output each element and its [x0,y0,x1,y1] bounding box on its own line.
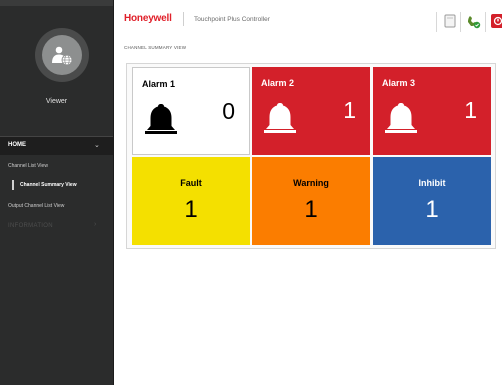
chevron-right-icon: › [94,221,97,228]
bell-icon [263,101,297,142]
tile-alarm-2[interactable]: Alarm 2 1 [252,67,370,155]
nav-item-label: Output Channel List View [8,203,65,209]
section-title: CHANNEL SUMMARY VIEW [124,45,187,50]
avatar[interactable] [35,28,89,82]
nav-item-channel-summary-view[interactable]: Channel Summary View [0,178,113,192]
nav-item-channel-list-view[interactable]: Channel List View [0,159,113,173]
sidebar: Viewer HOME ⌄ Channel List View Channel … [0,0,114,385]
user-role-label: Viewer [45,98,68,105]
bell-icon [144,102,178,143]
tile-name: Warning [293,178,329,188]
user-avatar-circle [42,35,82,75]
tile-value: 1 [343,97,356,123]
header: Honeywell Touchpoint Plus Controller [114,0,502,42]
brand-logo: Honeywell [124,13,172,24]
active-indicator [12,180,14,190]
nav-information-label: INFORMATION [8,223,53,229]
nav-home[interactable]: HOME ⌄ [0,137,113,155]
alarm-bell-icon[interactable] [491,12,502,35]
user-globe-icon [52,46,73,66]
tile-value: 1 [425,196,439,223]
tile-name: Alarm 3 [382,78,416,88]
nav-information[interactable]: INFORMATION › [0,219,113,233]
tile-name: Fault [180,178,202,188]
system-status-icon[interactable] [465,13,481,34]
tile-name: Inhibit [418,178,446,188]
tile-value: 1 [184,196,198,223]
nav-item-label: Channel Summary View [20,182,77,188]
channel-summary-grid: Alarm 1 0 Alarm 2 1 Alarm 3 1 Fault 1 Wa… [126,63,496,249]
chevron-down-icon: ⌄ [94,142,100,149]
tile-name: Alarm 1 [142,79,176,89]
tile-value: 1 [304,196,318,223]
sidebar-top-strip [0,0,113,6]
tile-name: Alarm 2 [261,78,295,88]
document-icon[interactable] [444,14,456,33]
tile-value: 0 [222,98,235,124]
tile-value: 1 [464,97,477,123]
nav-item-label: Channel List View [8,163,48,169]
app-title: Touchpoint Plus Controller [194,16,270,23]
tile-inhibit[interactable]: Inhibit 1 [373,157,491,245]
tile-warning[interactable]: Warning 1 [252,157,370,245]
bell-icon [384,101,418,142]
nav-item-output-channel-list-view[interactable]: Output Channel List View [0,199,113,213]
header-divider [485,12,486,32]
nav-home-label: HOME [8,142,26,148]
header-divider [183,12,184,26]
tile-alarm-1[interactable]: Alarm 1 0 [132,67,250,155]
header-divider [460,12,461,32]
header-divider [436,12,437,32]
tile-alarm-3[interactable]: Alarm 3 1 [373,67,491,155]
tile-fault[interactable]: Fault 1 [132,157,250,245]
